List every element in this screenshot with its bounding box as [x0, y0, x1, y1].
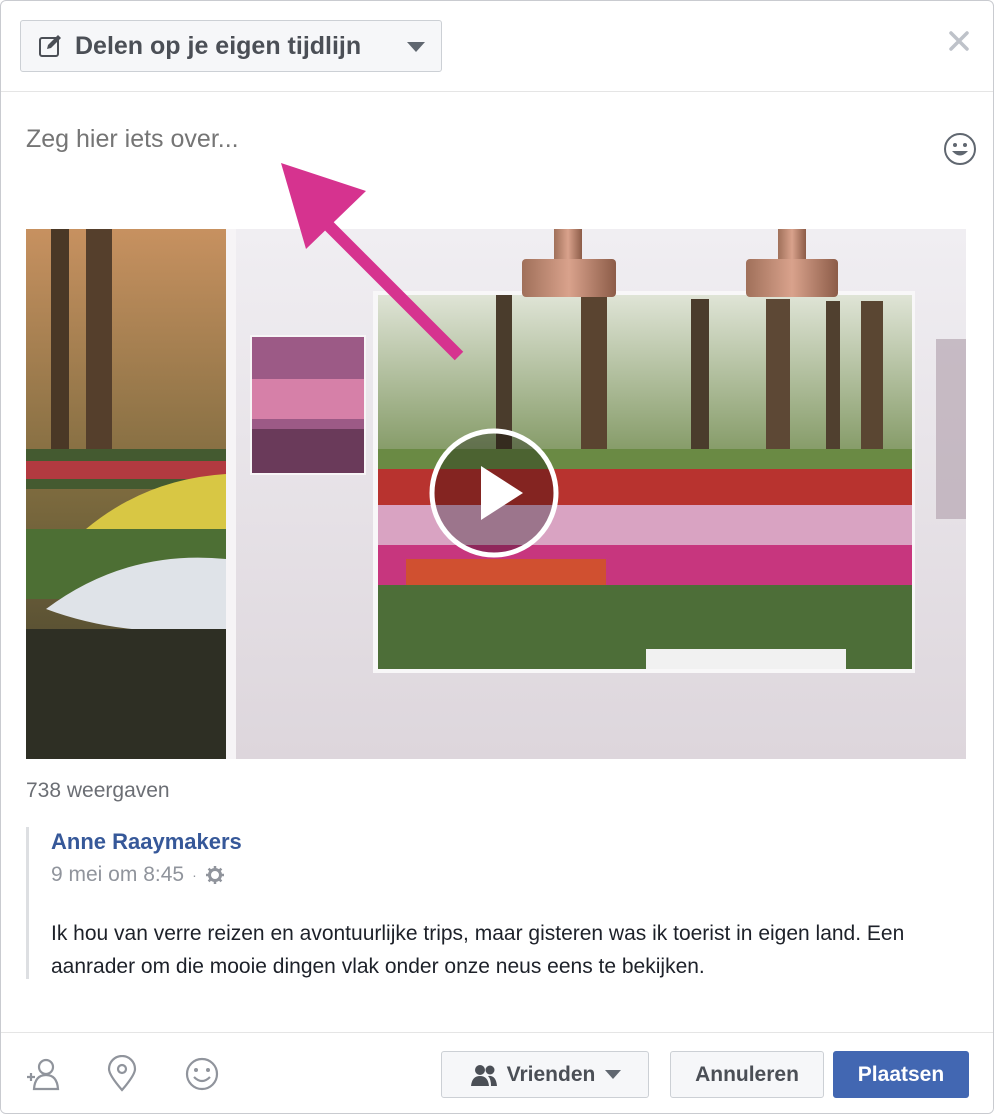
cancel-button[interactable]: Annuleren — [670, 1051, 824, 1098]
tag-friends-icon[interactable] — [25, 1055, 63, 1093]
status-input[interactable] — [26, 119, 906, 159]
share-target-label: Delen op je eigen tijdlijn — [75, 31, 362, 60]
play-icon[interactable] — [429, 428, 559, 558]
location-icon[interactable] — [103, 1055, 141, 1093]
share-target-dropdown[interactable]: Delen op je eigen tijdlijn — [20, 20, 442, 72]
pencil-square-icon — [39, 35, 61, 57]
post-author-link[interactable]: Anne Raaymakers — [51, 829, 242, 855]
audience-selector[interactable]: Vrienden — [441, 1051, 649, 1098]
post-meta: 9 mei om 8:45 · — [51, 863, 225, 887]
audience-label: Vrienden — [506, 1062, 596, 1086]
dialog-header: Delen op je eigen tijdlijn — [1, 1, 993, 92]
smiley-icon[interactable] — [943, 132, 977, 166]
feeling-icon[interactable] — [183, 1055, 221, 1093]
gear-icon[interactable] — [205, 865, 225, 885]
chevron-down-icon — [407, 42, 425, 52]
friends-icon — [470, 1064, 497, 1086]
view-count: 738 weergaven — [26, 779, 170, 802]
post-text: Ik hou van verre reizen en avontuurlijke… — [51, 922, 905, 978]
dialog-footer: Vrienden Annuleren Plaatsen — [1, 1032, 993, 1113]
share-dialog: Delen op je eigen tijdlijn Zeg hier iets… — [0, 0, 994, 1114]
video-thumbnail[interactable] — [26, 229, 966, 759]
chevron-down-icon — [605, 1070, 622, 1079]
post-date[interactable]: 9 mei om 8:45 — [51, 863, 184, 887]
close-icon[interactable] — [947, 29, 971, 53]
meta-separator: · — [192, 867, 197, 883]
post-button[interactable]: Plaatsen — [833, 1051, 969, 1098]
shared-post: Anne Raaymakers 9 mei om 8:45 · Ik hou v… — [26, 827, 959, 979]
